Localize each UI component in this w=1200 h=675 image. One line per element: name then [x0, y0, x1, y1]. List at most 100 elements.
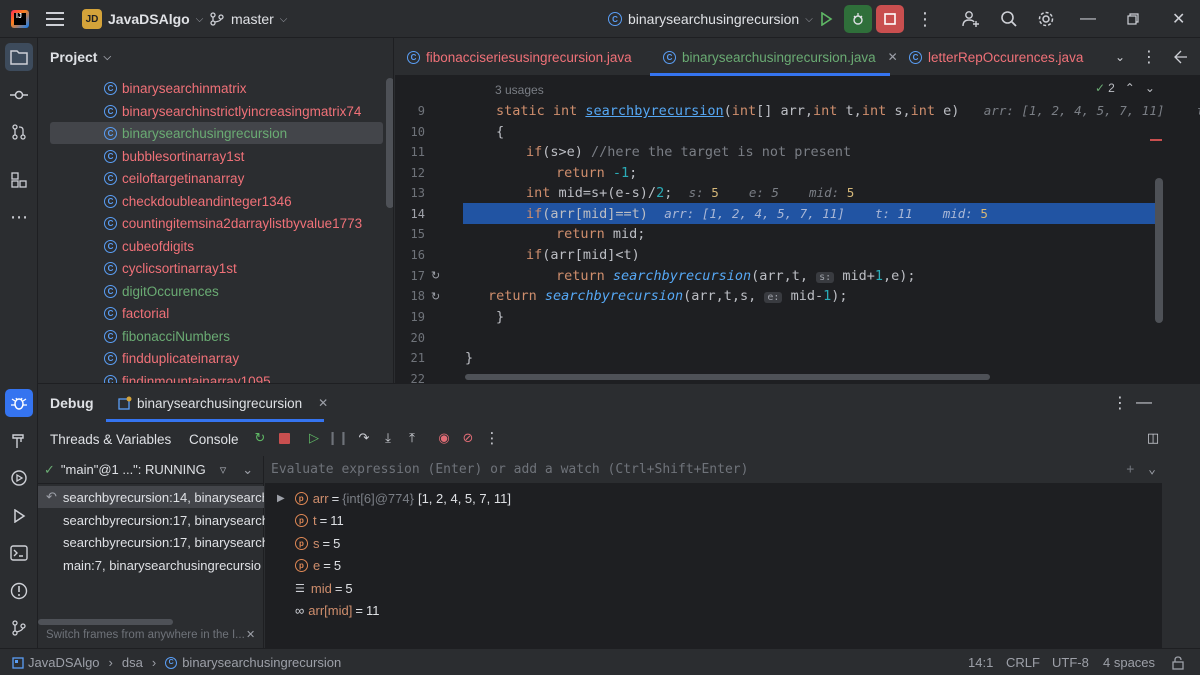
layout-settings-icon[interactable]: ◫ [1143, 428, 1163, 448]
line-number[interactable]: 21 [395, 351, 425, 365]
editor-tab-fibonacci[interactable]: C fibonacciseriesusingrecursion.java [407, 38, 632, 76]
usages-hint[interactable]: 3 usages [495, 83, 544, 97]
line-number[interactable]: 17 [395, 269, 425, 283]
tab-console[interactable]: Console [189, 422, 239, 456]
code-line-19[interactable]: } [496, 307, 504, 328]
expand-icon[interactable]: ▶ [277, 493, 285, 504]
variable-row-arr-mid[interactable]: ∞ arr[mid] = 11 [295, 599, 379, 621]
chevron-up-icon[interactable]: ⌃ [1125, 81, 1135, 95]
close-tab-icon[interactable]: ✕ [318, 396, 328, 410]
tabs-more-icon[interactable]: ⋮ [1141, 38, 1157, 76]
line-number[interactable]: 16 [395, 248, 425, 262]
line-number[interactable]: 22 [395, 372, 425, 383]
resume-icon[interactable]: ▷ [304, 428, 324, 448]
line-number[interactable]: 9 [395, 104, 425, 118]
variable-row-arr[interactable]: ▶ p arr = {int[6]@774} [1, 2, 4, 5, 7, 1… [277, 487, 511, 509]
code-line-15[interactable]: return mid; [556, 224, 645, 245]
view-breakpoints-icon[interactable]: ◉ [434, 428, 454, 448]
build-tool-icon[interactable] [5, 427, 33, 455]
terminal-tool-icon[interactable] [5, 539, 33, 567]
editor-tab-binarysearch[interactable]: C binarysearchusingrecursion.java ✕ [663, 38, 898, 76]
breadcrumb-package[interactable]: dsa [122, 655, 143, 670]
pull-requests-icon[interactable] [5, 118, 33, 146]
project-switcher[interactable]: JD JavaDSAlgo ⌵ [82, 0, 203, 38]
run-config-selector[interactable]: C binarysearchusingrecursion ⌵ [608, 0, 813, 38]
thread-selector[interactable]: ✓ "main"@1 ...": RUNNING ▿ ⌄ [38, 456, 264, 484]
tree-item[interactable]: Ccubeofdigits [104, 235, 194, 257]
variable-row-e[interactable]: p e = 5 [295, 554, 341, 576]
chevron-down-icon[interactable]: ⌄ [242, 462, 253, 478]
tree-item[interactable]: Cbubblesortinarray1st [104, 145, 244, 167]
tree-item[interactable]: Cfindduplicateinarray [104, 347, 239, 369]
pause-icon[interactable]: ❙❙ [327, 428, 349, 448]
add-user-icon[interactable] [962, 0, 980, 38]
line-separator[interactable]: CRLF [1006, 649, 1040, 675]
code-line-14[interactable]: if(arr[mid]==t) arr: [1, 2, 4, 5, 7, 11]… [526, 204, 988, 225]
minimize-icon[interactable]: — [1080, 0, 1096, 38]
services-tool-icon[interactable] [5, 464, 33, 492]
step-over-icon[interactable]: ↷ [354, 428, 374, 448]
stack-frame[interactable]: searchbyrecursion:17, binarysearch [63, 509, 279, 531]
more-actions-icon[interactable]: ⋮ [916, 0, 934, 38]
frames-scrollbar[interactable] [38, 619, 173, 625]
tree-item[interactable]: Cfindinmountainarray1095 [104, 370, 271, 383]
project-tool-icon[interactable] [5, 43, 33, 71]
tree-item[interactable]: Ccountingitemsina2darraylistbyvalue1773 [104, 212, 362, 234]
branch-switcher[interactable]: master ⌵ [210, 0, 287, 38]
tree-item[interactable]: Ccyclicsortinarray1st [104, 257, 237, 279]
chevron-down-icon[interactable]: ⌄ [1145, 81, 1155, 95]
tree-item[interactable]: Cceiloftargetinanarray [104, 167, 244, 189]
run-tool-icon[interactable] [5, 502, 33, 530]
more-tools-icon[interactable]: ⋯ [5, 203, 33, 231]
tree-item[interactable]: Cfactorial [104, 302, 169, 324]
code-line-11[interactable]: if(s>e) //here the target is not present [526, 142, 851, 163]
stack-frame[interactable]: main:7, binarysearchusingrecursio [63, 554, 279, 576]
editor-tab-letterrep[interactable]: C letterRepOccurences.java [909, 38, 1083, 76]
variable-row-t[interactable]: p t = 11 [295, 509, 344, 531]
restore-icon[interactable] [1127, 0, 1139, 38]
breadcrumb-file[interactable]: binarysearchusingrecursion [182, 655, 341, 670]
file-encoding[interactable]: UTF-8 [1052, 649, 1089, 675]
tree-item[interactable]: CfibonacciNumbers [104, 325, 230, 347]
close-icon[interactable]: ✕ [1172, 0, 1185, 38]
code-line-16[interactable]: if(arr[mid]<t) [526, 245, 640, 266]
stack-frame[interactable]: ↶ searchbyrecursion:14, binarysearch [38, 486, 264, 508]
structure-tool-icon[interactable] [5, 166, 33, 194]
line-number[interactable]: 12 [395, 166, 425, 180]
step-into-icon[interactable]: ⤓ [378, 428, 398, 448]
stop-button[interactable] [876, 0, 904, 38]
code-line-13[interactable]: int mid=s+(e-s)/2; s: 5 e: 5 mid: 5 [526, 183, 854, 204]
evaluate-expression-input[interactable]: Evaluate expression (Enter) or add a wat… [265, 456, 1162, 484]
code-line-18[interactable]: return searchbyrecursion(arr,t,s, e: mid… [488, 286, 847, 307]
split-editor-icon[interactable] [1173, 38, 1189, 76]
tree-item[interactable]: Cbinarysearchinstrictlyincreasingmatrix7… [104, 100, 361, 122]
project-panel-header[interactable]: Project ⌵ [38, 38, 393, 76]
chevron-down-icon[interactable]: ⌄ [1148, 462, 1156, 477]
editor-horizontal-scrollbar[interactable] [465, 374, 990, 380]
debug-options-icon[interactable]: ⋮ [1112, 384, 1128, 422]
lock-icon[interactable] [1172, 649, 1184, 675]
tree-item[interactable]: CdigitOccurences [104, 280, 219, 302]
step-out-icon[interactable]: ⤒ [402, 428, 422, 448]
close-tip-icon[interactable]: ✕ [246, 628, 255, 641]
editor-vertical-scrollbar[interactable] [1155, 178, 1163, 323]
code-line-12[interactable]: return -1; [556, 163, 637, 184]
git-tool-icon[interactable] [5, 614, 33, 642]
line-number[interactable]: 11 [395, 145, 425, 159]
breadcrumb-project[interactable]: JavaDSAlgo [28, 655, 100, 670]
code-line-9[interactable]: static int searchbyrecursion(int[] arr,i… [496, 101, 1200, 122]
search-icon[interactable] [1000, 0, 1018, 38]
line-number[interactable]: 19 [395, 310, 425, 324]
line-number[interactable]: 15 [395, 227, 425, 241]
hide-panel-icon[interactable]: — [1136, 384, 1152, 422]
code-line-21[interactable]: } [465, 348, 473, 369]
debug-session-tab[interactable]: binarysearchusingrecursion ✕ [118, 384, 328, 422]
app-logo-icon[interactable]: IJ [11, 0, 29, 38]
more-actions-icon[interactable]: ⋮ [482, 428, 502, 448]
caret-position[interactable]: 14:1 [968, 649, 993, 675]
variable-row-s[interactable]: p s = 5 [295, 532, 340, 554]
stop-icon[interactable] [274, 428, 294, 448]
line-number[interactable]: 10 [395, 125, 425, 139]
tab-threads-variables[interactable]: Threads & Variables [50, 422, 171, 456]
code-line-10[interactable]: { [496, 122, 504, 143]
